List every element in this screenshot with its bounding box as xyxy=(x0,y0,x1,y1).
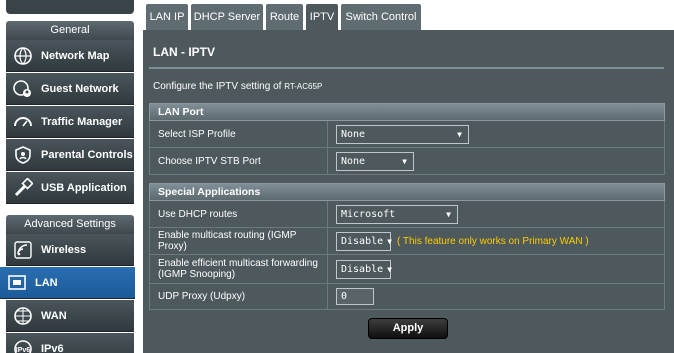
row-igmp-snooping: Enable efficient multicast forwarding (I… xyxy=(149,255,665,284)
stb-port-select[interactable]: None ▼ xyxy=(336,151,414,171)
sidebar-item-label: Traffic Manager xyxy=(41,115,123,128)
sidebar: General Network Map Guest Network Traffi… xyxy=(0,0,138,353)
page-description: Configure the IPTV setting of RT-AC65P xyxy=(153,81,322,92)
igmp-proxy-value: Disable xyxy=(341,235,384,247)
sidebar-item-label: Wireless xyxy=(41,243,87,256)
sidebar-item-label: Parental Controls xyxy=(41,148,133,161)
sidebar-item-wireless[interactable]: Wireless xyxy=(6,234,134,266)
sidebar-item-label: USB Application xyxy=(41,181,127,194)
description-text: Configure the IPTV setting of xyxy=(153,81,282,92)
page-title: LAN - IPTV xyxy=(153,45,215,59)
sidebar-item-traffic-manager[interactable]: Traffic Manager xyxy=(6,106,134,138)
sidebar-general-header: General xyxy=(6,21,134,40)
sidebar-advanced-header: Advanced Settings xyxy=(6,215,134,234)
apply-button[interactable]: Apply xyxy=(368,318,448,339)
dhcp-routes-value: Microsoft xyxy=(341,208,396,220)
chevron-down-icon: ▼ xyxy=(402,156,407,166)
igmp-snooping-label: Enable efficient multicast forwarding (I… xyxy=(150,255,328,283)
sidebar-item-wan[interactable]: WAN xyxy=(6,300,134,332)
sidebar-item-ipv6[interactable]: IPv6 IPv6 xyxy=(6,333,134,353)
sidebar-item-network-map[interactable]: Network Map xyxy=(6,40,134,72)
model-name: RT-AC65P xyxy=(284,82,323,91)
sidebar-item-guest-network[interactable]: Guest Network xyxy=(6,73,134,105)
sidebar-item-label: IPv6 xyxy=(41,342,64,353)
tab-switch-control[interactable]: Switch Control xyxy=(341,4,421,30)
igmp-proxy-note: ( This feature only works on Primary WAN… xyxy=(397,235,589,247)
stb-port-label: Choose IPTV STB Port xyxy=(150,148,328,174)
main-panel: LAN IP DHCP Server Route IPTV Switch Con… xyxy=(143,0,674,353)
row-igmp-proxy: Enable multicast routing (IGMP Proxy) Di… xyxy=(149,228,665,255)
tab-iptv[interactable]: IPTV xyxy=(306,4,338,30)
parental-controls-icon xyxy=(12,144,34,166)
tab-bar: LAN IP DHCP Server Route IPTV Switch Con… xyxy=(143,0,674,30)
sidebar-item-label: LAN xyxy=(35,276,58,289)
title-divider xyxy=(149,67,664,69)
wireless-icon xyxy=(12,239,34,261)
dhcp-routes-select[interactable]: Microsoft ▼ xyxy=(336,204,458,224)
usb-application-icon xyxy=(12,177,34,199)
igmp-proxy-select[interactable]: Disable ▼ xyxy=(336,231,392,251)
section-special-apps-header: Special Applications xyxy=(149,183,665,201)
sidebar-item-lan[interactable]: LAN xyxy=(0,267,135,299)
udpxy-input[interactable]: 0 xyxy=(336,288,374,305)
sidebar-item-usb-application[interactable]: USB Application xyxy=(6,172,134,204)
igmp-snooping-value: Disable xyxy=(341,263,384,275)
wan-icon xyxy=(12,305,34,327)
sidebar-top-edge xyxy=(6,0,134,14)
stb-port-value: None xyxy=(341,155,366,167)
udpxy-label: UDP Proxy (Udpxy) xyxy=(150,284,328,309)
isp-profile-select[interactable]: None ▼ xyxy=(336,124,469,144)
ipv6-icon: IPv6 xyxy=(12,338,34,353)
row-stb-port: Choose IPTV STB Port None ▼ xyxy=(149,148,665,175)
sidebar-item-parental-controls[interactable]: Parental Controls xyxy=(6,139,134,171)
igmp-snooping-select[interactable]: Disable ▼ xyxy=(336,259,392,279)
chevron-down-icon: ▼ xyxy=(387,264,392,274)
dhcp-routes-label: Use DHCP routes xyxy=(150,201,328,227)
tab-lan-ip[interactable]: LAN IP xyxy=(146,4,188,30)
network-map-icon xyxy=(12,45,34,67)
traffic-manager-icon xyxy=(12,111,34,133)
chevron-down-icon: ▼ xyxy=(387,236,392,246)
isp-profile-label: Select ISP Profile xyxy=(150,121,328,147)
chevron-down-icon: ▼ xyxy=(457,129,462,139)
guest-network-icon xyxy=(12,78,34,100)
isp-profile-value: None xyxy=(341,128,366,140)
chevron-down-icon: ▼ xyxy=(446,209,451,219)
igmp-proxy-label: Enable multicast routing (IGMP Proxy) xyxy=(150,228,328,254)
tab-route[interactable]: Route xyxy=(266,4,303,30)
sidebar-item-label: Network Map xyxy=(41,49,110,62)
row-isp-profile: Select ISP Profile None ▼ xyxy=(149,121,665,148)
section-lan-port-header: LAN Port xyxy=(149,103,665,121)
lan-icon xyxy=(6,272,28,294)
sidebar-item-label: WAN xyxy=(41,309,67,322)
row-udpxy: UDP Proxy (Udpxy) 0 xyxy=(149,284,665,310)
row-dhcp-routes: Use DHCP routes Microsoft ▼ xyxy=(149,201,665,228)
svg-text:IPv6: IPv6 xyxy=(16,347,31,353)
tab-dhcp-server[interactable]: DHCP Server xyxy=(191,4,263,30)
sidebar-item-label: Guest Network xyxy=(41,82,119,95)
